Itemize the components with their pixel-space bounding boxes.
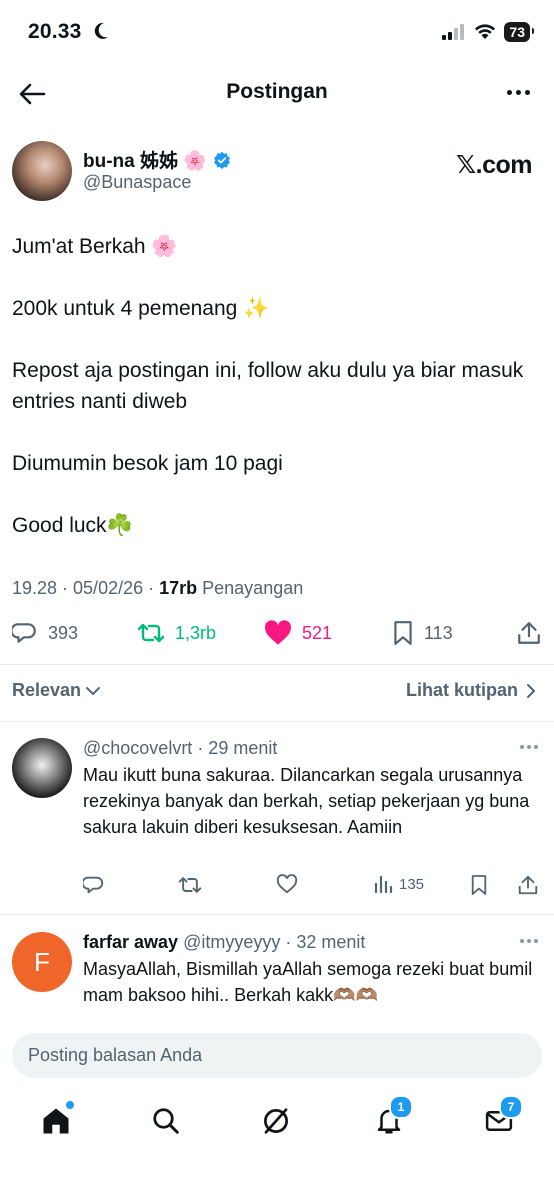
author-handle[interactable]: @Bunaspace [83, 172, 191, 193]
tab-home[interactable] [39, 1101, 74, 1138]
reply-time: · 29 menit [192, 738, 278, 758]
verified-badge-icon [213, 151, 230, 169]
tab-grok[interactable] [259, 1104, 293, 1138]
reply-avatar[interactable] [12, 738, 72, 798]
sort-dropdown[interactable]: Relevan [12, 680, 101, 701]
divider [0, 914, 554, 915]
status-indicators: 73 [442, 22, 534, 42]
view-quotes-label: Lihat kutipan [406, 680, 518, 700]
wifi-icon [475, 24, 496, 39]
reply-action-bar: 135 [83, 874, 543, 898]
divider [0, 664, 554, 665]
chevron-down-icon [86, 686, 101, 695]
avatar-letter: F [34, 946, 50, 977]
status-time: 20.33 [28, 20, 82, 43]
reply-handle[interactable]: @itmyyeyyy [183, 932, 280, 952]
post-action-bar: 393 1,3rb 521 113 [12, 620, 542, 650]
author-display-name: bu-na 姊姊 🌸 [83, 151, 207, 172]
repost-icon [178, 877, 202, 893]
reply-text: Mau ikutt buna sakuraa. Dilancarkan sega… [83, 765, 530, 837]
sort-label: Relevan [12, 680, 82, 700]
repost-count: 1,3rb [175, 622, 217, 643]
share-button[interactable] [516, 620, 542, 646]
reply-header: @chocovelvrt · 29 menit [83, 738, 277, 759]
reply-count: 393 [48, 622, 79, 643]
reply-bookmark-button[interactable] [470, 874, 488, 896]
search-icon [153, 1108, 179, 1134]
notifications-badge: 1 [389, 1095, 413, 1119]
more-options-icon[interactable] [507, 90, 530, 95]
grok-icon [264, 1108, 288, 1134]
heart-filled-icon [265, 620, 291, 645]
reply-share-button[interactable] [517, 874, 539, 896]
tab-messages[interactable]: 7 [482, 1095, 523, 1138]
repost-icon [137, 623, 165, 643]
reply-time: · 32 menit [280, 932, 366, 952]
post-timestamp: 19.28 · 05/02/26 · [12, 578, 160, 598]
views-chart-icon [374, 875, 393, 894]
post-line: Jum'at Berkah 🌸 [12, 235, 178, 258]
reply-views-count: 135 [399, 875, 425, 893]
reply-reply-button[interactable] [83, 874, 105, 896]
reply-more-icon[interactable] [520, 939, 538, 943]
reply-input[interactable]: Posting balasan Anda [12, 1033, 542, 1078]
author-avatar[interactable] [12, 141, 72, 201]
post-line: Repost aja postingan ini, follow aku dul… [12, 359, 524, 413]
reply-avatar[interactable]: F [12, 932, 72, 992]
moon-icon [94, 22, 108, 39]
unread-dot [66, 1101, 74, 1109]
post-meta: 19.28 · 05/02/26 · 17rb Penayangan [12, 578, 303, 599]
battery-indicator: 73 [504, 22, 534, 42]
reply-text: MasyaAllah, Bismillah yaAllah semoga rez… [83, 959, 533, 1005]
view-quotes-link[interactable]: Lihat kutipan [406, 680, 536, 701]
reply-header: farfar away @itmyyeyyy · 32 menit [83, 932, 365, 953]
signal-icon [442, 24, 465, 40]
x-brand-logo: 𝕏.com [456, 151, 533, 179]
post-line: Diumumin besok jam 10 pagi [12, 452, 283, 475]
share-icon [518, 622, 540, 644]
reply-like-button[interactable] [276, 874, 298, 894]
reply-more-icon[interactable] [520, 745, 538, 749]
reply-repost-button[interactable] [178, 874, 202, 896]
divider [0, 721, 554, 722]
like-button[interactable]: 521 [264, 620, 332, 646]
reply-display-name[interactable]: farfar away [83, 932, 178, 952]
reply-button[interactable]: 393 [12, 620, 78, 646]
post-line: 200k untuk 4 pemenang ✨ [12, 297, 270, 320]
views-count: 17rb [159, 578, 198, 598]
reply-views-button[interactable]: 135 [373, 874, 424, 894]
home-icon [43, 1108, 69, 1134]
page-title: Postingan [226, 80, 328, 103]
heart-icon [276, 874, 298, 894]
author-name[interactable]: bu-na 姊姊 🌸 [83, 146, 231, 173]
repost-button[interactable]: 1,3rb [137, 620, 216, 646]
bookmark-count: 113 [424, 622, 453, 643]
bookmark-button[interactable]: 113 [392, 620, 453, 646]
bookmark-icon [471, 875, 487, 895]
messages-badge: 7 [499, 1095, 523, 1119]
post-body: Jum'at Berkah 🌸 200k untuk 4 pemenang ✨ … [12, 231, 532, 541]
tab-notifications[interactable]: 1 [372, 1095, 413, 1138]
reply-icon [83, 876, 104, 894]
tab-search[interactable] [149, 1104, 183, 1138]
like-count: 521 [302, 622, 333, 643]
views-label: Penayangan [197, 578, 304, 598]
reply-icon [12, 623, 36, 643]
reply-handle[interactable]: @chocovelvrt [83, 738, 192, 758]
post-line: Good luck☘️ [12, 514, 133, 537]
share-icon [518, 875, 538, 895]
chevron-right-icon [527, 683, 536, 698]
bookmark-icon [394, 621, 412, 645]
